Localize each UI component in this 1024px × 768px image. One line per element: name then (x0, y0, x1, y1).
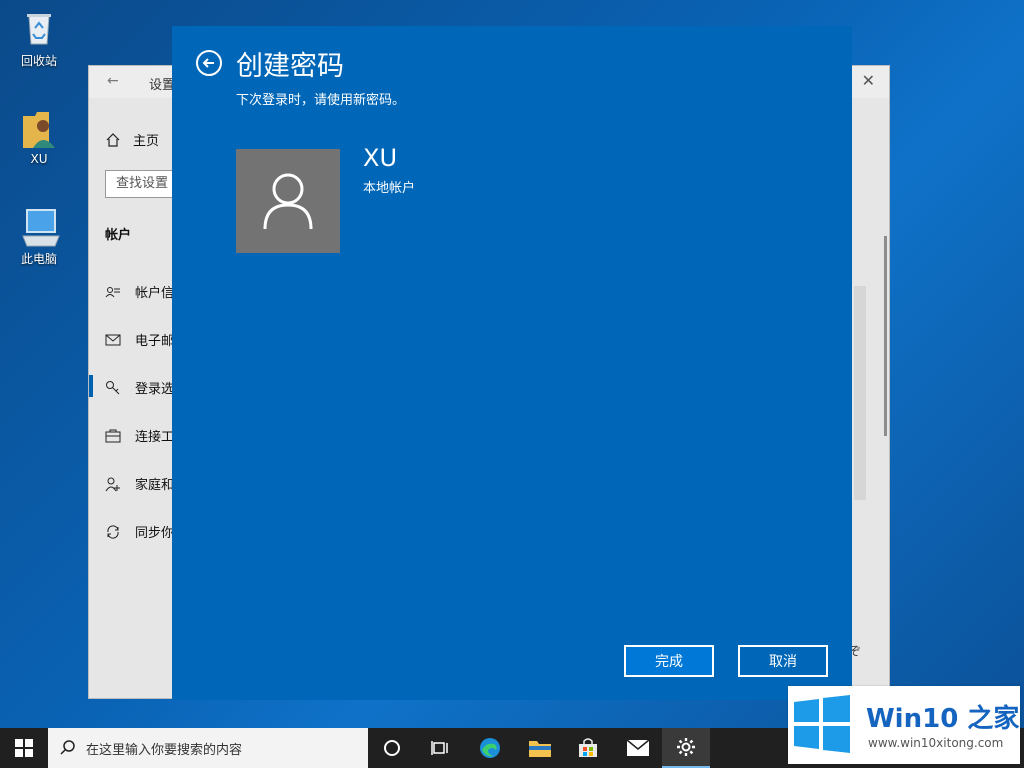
nav-active-indicator (89, 375, 93, 397)
cortana-circle-icon (384, 740, 400, 756)
sidebar-item-label: 登录选 (135, 382, 175, 397)
recycle-bin-icon (19, 8, 59, 48)
watermark-url: www.win10xitong.com (868, 736, 1004, 750)
settings-home-link[interactable]: 主页 (105, 130, 159, 149)
task-view-icon (431, 741, 448, 755)
sidebar-item-label: 同步你 (135, 526, 175, 541)
mail-app-button[interactable] (614, 728, 662, 768)
arrow-left-icon (202, 58, 214, 68)
user-icon (263, 173, 313, 230)
settings-app-button[interactable] (662, 728, 710, 768)
sidebar-item-sync[interactable]: 同步你 (105, 522, 174, 541)
task-view-button[interactable] (416, 728, 464, 768)
sidebar-item-label: 家庭和 (135, 478, 175, 493)
computer-icon (19, 206, 60, 247)
desktop-icon-label: XU (30, 152, 48, 166)
sidebar-item-label: 帐户信 (135, 286, 175, 301)
sidebar-item-email[interactable]: 电子邮 (105, 330, 174, 349)
sync-icon (107, 524, 119, 539)
user-name: XU (363, 144, 398, 172)
sidebar-item-label: 电子邮 (135, 334, 175, 349)
dialog-subtitle: 下次登录时，请使用新密码。 (236, 93, 406, 108)
back-button[interactable] (196, 50, 222, 76)
avatar (236, 149, 340, 253)
mail-icon (105, 334, 121, 345)
scrollbar[interactable] (884, 236, 887, 436)
sidebar-item-family[interactable]: 家庭和 (105, 474, 174, 493)
sidebar-item-account-info[interactable]: 帐户信 (105, 282, 174, 301)
store-button[interactable] (564, 728, 612, 768)
desktop-icon-label: 回收站 (20, 54, 57, 68)
start-button[interactable] (0, 728, 48, 768)
add-person-icon (105, 477, 120, 491)
desktop-icon-user-folder[interactable]: XU (8, 108, 70, 166)
close-icon[interactable]: ✕ (862, 71, 875, 90)
file-explorer-button[interactable] (516, 728, 564, 768)
watermark: Win10 之家 www.win10xitong.com (788, 686, 1020, 764)
cortana-button[interactable] (368, 728, 416, 768)
sidebar-item-label: 连接工 (135, 430, 175, 445)
dialog-title: 创建密码 (236, 51, 344, 82)
account-info-icon (105, 286, 120, 297)
envelope-icon (626, 739, 650, 756)
desktop-icon-this-pc[interactable]: 此电脑 (8, 206, 70, 267)
finish-button[interactable]: 完成 (624, 645, 714, 677)
settings-section-heading: 帐户 (105, 228, 132, 243)
account-type: 本地帐户 (363, 181, 416, 196)
taskbar-search-input[interactable]: 在这里输入你要搜索的内容 (48, 728, 368, 768)
back-arrow-icon[interactable]: ← (107, 73, 119, 89)
windows-logo-icon (794, 695, 850, 753)
sidebar-item-access-work[interactable]: 连接工 (105, 426, 174, 445)
taskbar-search-placeholder: 在这里输入你要搜索的内容 (86, 742, 243, 758)
cancel-button[interactable]: 取消 (738, 645, 828, 677)
create-password-dialog: 创建密码 下次登录时，请使用新密码。 XU 本地帐户 完成 取消 (172, 26, 852, 700)
desktop-icon-recycle-bin[interactable]: 回收站 (8, 8, 70, 69)
user-folder-icon (19, 108, 59, 148)
windows-logo-icon (15, 739, 33, 757)
sidebar-item-sign-in-options[interactable]: 登录选 (105, 378, 174, 397)
desktop-icon-label: 此电脑 (20, 252, 57, 266)
folder-icon (529, 741, 551, 757)
home-label: 主页 (133, 134, 160, 149)
edge-icon (480, 738, 500, 758)
gear-icon (677, 738, 695, 756)
home-icon (106, 132, 120, 147)
briefcase-icon (105, 429, 121, 442)
search-icon (60, 740, 75, 755)
store-bag-icon (579, 738, 597, 757)
watermark-title: Win10 之家 (866, 704, 1020, 734)
content-panel-edge (854, 286, 866, 500)
edge-browser-button[interactable] (466, 728, 514, 768)
key-icon (106, 380, 120, 394)
